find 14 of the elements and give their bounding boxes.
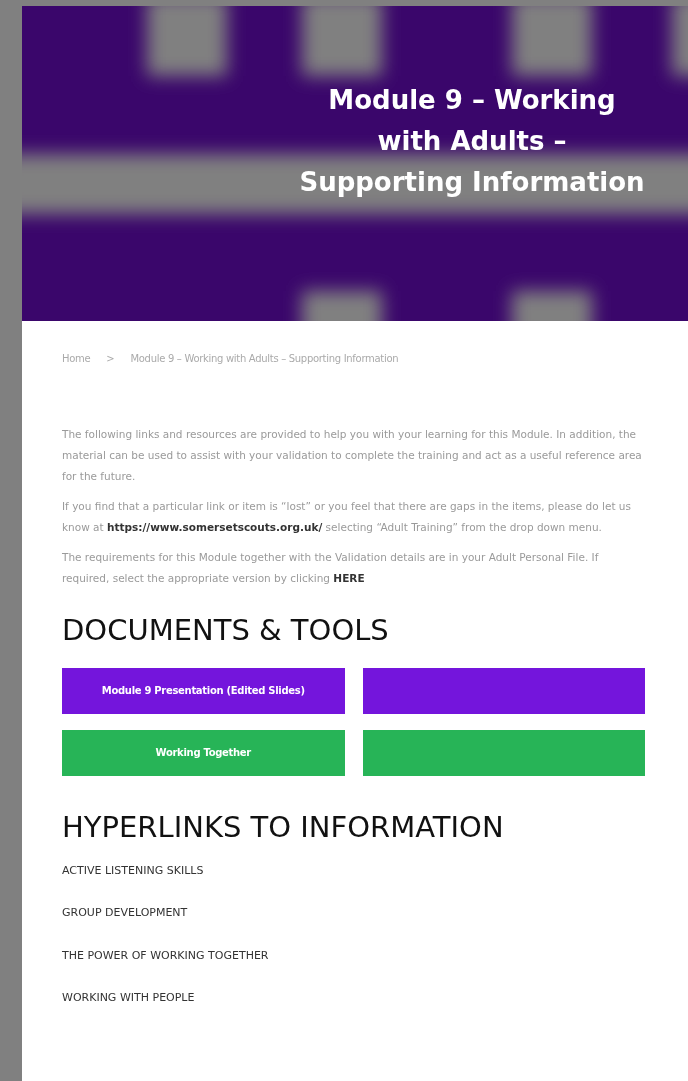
paragraph: The following links and resources are provided to help you with your learning for this Module. In addition, the material can be used to assist with your validation to complete the training and act as a useful reference area for the future. — [62, 427, 643, 484]
hyperlink[interactable]: GROUP DEVELOPMENT — [62, 905, 188, 922]
document-button[interactable]: Module 9 Presentation (Edited Slides) — [62, 667, 345, 714]
section-heading: HYPERLINKS TO INFORMATION — [62, 809, 505, 845]
paragraph: If you find that a particular link or item is “lost” or you feel that there are gaps in the items, please do let us know at https://www.somersetscouts.org.uk/ selecting “Adult Training” from the drop down menu. — [62, 499, 632, 535]
hyperlink[interactable]: WORKING WITH PEOPLE — [62, 990, 195, 1007]
document-button[interactable] — [362, 667, 645, 714]
paragraph: The requirements for this Module together with the Validation details are in your Adult Personal File. If required, select the appropriate version by clicking HERE — [62, 550, 600, 586]
breadcrumb-current: Module 9 – Working with Adults – Supporting Information — [130, 352, 399, 366]
page-title: Module 9 – Working with Adults – Supporting Information — [298, 84, 646, 199]
hyperlink[interactable]: THE POWER OF WORKING TOGETHER — [62, 947, 269, 965]
section-heading: DOCUMENTS & TOOLS — [62, 613, 390, 648]
breadcrumb-separator: > — [106, 352, 115, 366]
hyperlink[interactable]: ACTIVE LISTENING SKILLS — [62, 862, 204, 880]
